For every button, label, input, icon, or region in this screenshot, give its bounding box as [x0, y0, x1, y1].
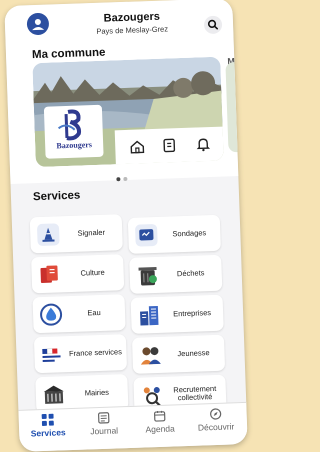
compass-icon: [210, 408, 222, 420]
town-hall-icon: [41, 382, 66, 407]
app-logo-icon: [26, 12, 50, 36]
tab-label: Journal: [90, 425, 119, 437]
france-services-icon: [40, 342, 65, 367]
services-title: Services: [32, 189, 81, 204]
bell-icon[interactable]: [195, 136, 212, 153]
tab-decouvrir[interactable]: Découvrir: [190, 407, 241, 433]
tab-label: Agenda: [145, 423, 175, 435]
buildings-icon: [137, 303, 162, 328]
service-label: Signaler: [77, 227, 106, 238]
newspaper-icon: [97, 412, 110, 424]
service-label: France services: [68, 347, 123, 358]
tab-agenda[interactable]: Agenda: [134, 409, 185, 435]
service-tile-culture[interactable]: Culture: [31, 254, 125, 294]
town-subtitle: Pays de Meslay-Grez: [96, 24, 169, 36]
carousel-dot[interactable]: [122, 176, 127, 182]
service-label: Sondages: [172, 228, 207, 239]
ma-commune-title: Ma commune: [31, 46, 106, 62]
carousel-dot-active[interactable]: [115, 177, 120, 182]
header: Bazougers Pays de Meslay-Grez Ma commune…: [4, 0, 248, 186]
tab-journal[interactable]: Journal: [79, 411, 130, 437]
search-button[interactable]: [203, 15, 223, 35]
commune-banner[interactable]: Bazougers: [32, 56, 224, 168]
search-icon: [207, 19, 219, 30]
tab-label: Services: [30, 427, 66, 439]
grid-icon: [41, 413, 54, 427]
next-commune-card[interactable]: [225, 61, 248, 153]
commune-quick-actions: [114, 126, 224, 165]
bottom-tab-bar: Services Journal Agenda Découvrir: [18, 401, 248, 452]
home-icon[interactable]: [129, 138, 146, 155]
phone-screen: Bazougers Pays de Meslay-Grez Ma commune…: [4, 0, 248, 452]
trash-bin-icon: [135, 263, 160, 288]
service-tile-jeunesse[interactable]: Jeunesse: [131, 334, 226, 374]
service-label: Déchets: [176, 268, 205, 279]
service-tile-signaler[interactable]: Signaler: [29, 214, 123, 254]
service-label: Jeunesse: [177, 348, 210, 359]
service-label: Eau: [87, 307, 101, 318]
service-label: Culture: [80, 267, 105, 278]
service-tile-france-services[interactable]: France services: [33, 334, 128, 374]
crest-logo-icon: [57, 109, 82, 141]
tab-services[interactable]: Services: [23, 413, 74, 439]
water-icon: [39, 302, 64, 327]
signal-cone-icon: [36, 222, 61, 247]
youth-icon: [138, 343, 163, 368]
service-tile-eau[interactable]: Eau: [32, 294, 126, 334]
books-icon: [37, 262, 62, 287]
tab-label: Découvrir: [197, 421, 235, 433]
service-tile-dechets[interactable]: Déchets: [129, 254, 223, 294]
service-label: Entreprises: [173, 307, 212, 319]
service-tile-sondages[interactable]: Sondages: [127, 214, 221, 254]
service-tile-entreprises[interactable]: Entreprises: [130, 294, 224, 334]
commune-crest: Bazougers: [43, 104, 104, 159]
survey-icon: [134, 223, 159, 248]
carousel-dots: [114, 168, 129, 186]
town-name: Bazougers: [103, 10, 161, 25]
crest-wordmark: Bazougers: [56, 140, 93, 151]
document-icon[interactable]: [161, 137, 178, 154]
calendar-icon: [153, 410, 166, 422]
